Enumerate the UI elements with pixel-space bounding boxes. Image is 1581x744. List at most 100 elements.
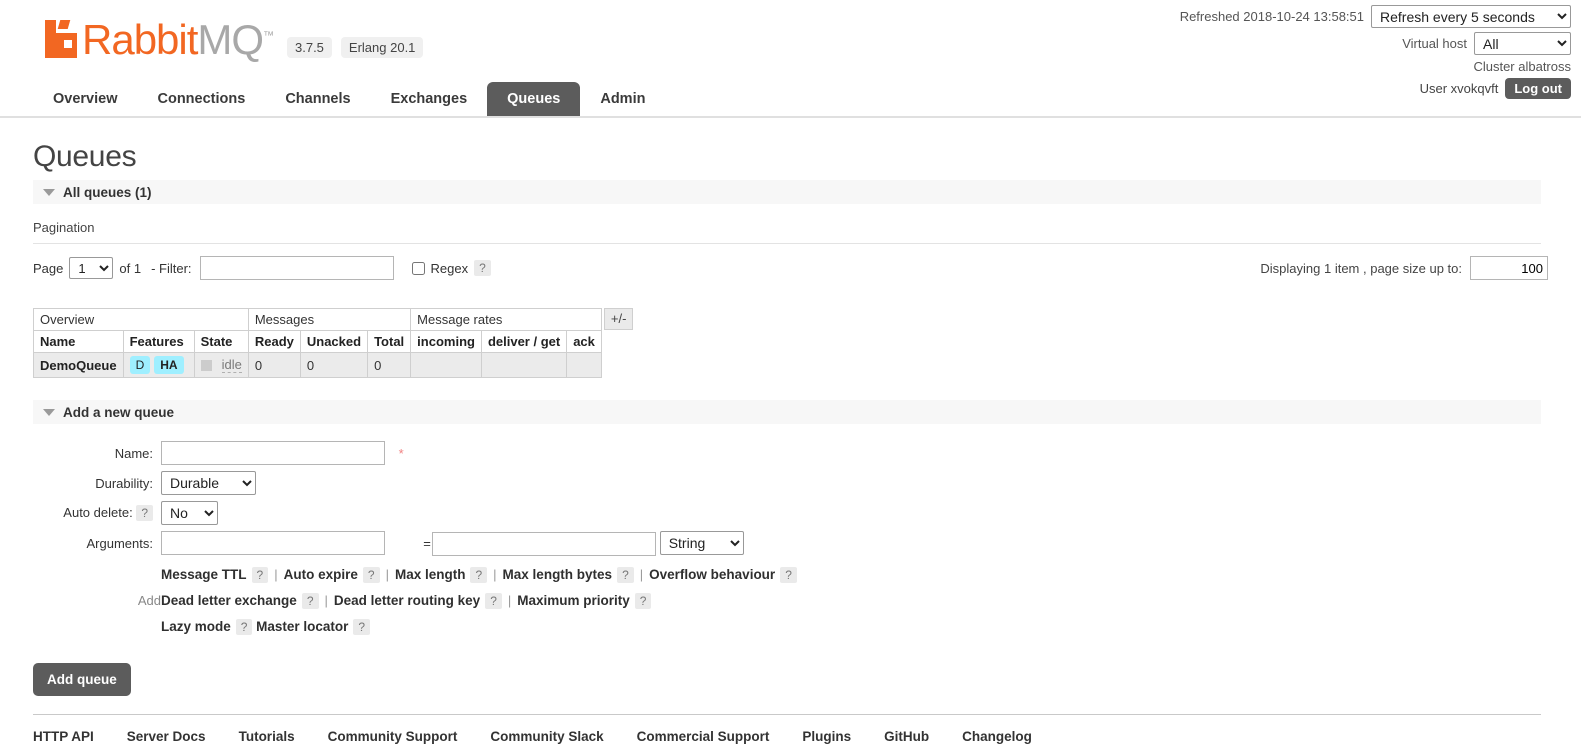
tab-queues[interactable]: Queues bbox=[487, 82, 581, 116]
rabbit-ear-right-icon bbox=[57, 20, 71, 29]
tab-overview[interactable]: Overview bbox=[33, 82, 138, 116]
help-icon[interactable]: ? bbox=[251, 566, 269, 583]
header-status-block: Refreshed 2018-10-24 13:58:51 Refresh ev… bbox=[1180, 4, 1571, 99]
preset-separator: | bbox=[324, 592, 328, 608]
argument-type-select[interactable]: StringNumberBooleanList bbox=[659, 531, 744, 555]
group-header-row: Overview Messages Message rates bbox=[33, 308, 602, 331]
durability-field-cell: DurableTransient bbox=[161, 468, 797, 498]
vhost-select[interactable]: All/ bbox=[1474, 31, 1571, 55]
add-queue-section-header[interactable]: Add a new queue bbox=[33, 400, 1541, 424]
chevron-down-icon[interactable] bbox=[43, 188, 55, 196]
page-number-select[interactable]: 1 bbox=[69, 257, 114, 279]
preset-overflow-behaviour[interactable]: Overflow behaviour bbox=[649, 567, 775, 582]
all-queues-section-header[interactable]: All queues (1) bbox=[33, 180, 1541, 204]
column-header-ready[interactable]: Ready bbox=[247, 330, 301, 353]
footer-link-community-support[interactable]: Community Support bbox=[328, 729, 458, 744]
help-icon[interactable]: ? bbox=[780, 566, 797, 583]
filter-input[interactable] bbox=[199, 256, 394, 280]
preset-dead-letter-exchange[interactable]: Dead letter exchange bbox=[161, 593, 297, 608]
footer-link-server-docs[interactable]: Server Docs bbox=[127, 729, 206, 744]
main-navigation: Overview Connections Channels Exchanges Queu… bbox=[33, 82, 665, 116]
page-size-input[interactable] bbox=[1470, 256, 1548, 280]
durability-select[interactable]: DurableTransient bbox=[161, 471, 256, 495]
help-icon[interactable]: ? bbox=[470, 566, 488, 583]
group-header-message-rates: Message rates bbox=[410, 308, 602, 331]
displaying-info: Displaying 1 item , page size up to: bbox=[1260, 256, 1548, 280]
preset-auto-expire[interactable]: Auto expire bbox=[284, 567, 358, 582]
state-cell: idle bbox=[193, 352, 249, 378]
help-icon[interactable]: ? bbox=[634, 592, 652, 609]
preset-separator: | bbox=[385, 566, 389, 582]
logo-text-rabbit: Rabbit bbox=[82, 16, 198, 63]
help-icon[interactable]: ? bbox=[301, 592, 319, 609]
add-queue-section: Add a new queue Name: * Durability: Dura… bbox=[33, 400, 1548, 696]
regex-checkbox[interactable] bbox=[411, 261, 425, 275]
footer-link-plugins[interactable]: Plugins bbox=[802, 729, 851, 744]
page-word-label: Page bbox=[33, 260, 64, 276]
preset-row-1: Message TTL? | Auto expire? | Max length? | Ma… bbox=[161, 562, 797, 588]
queues-table-wrap: Overview Messages Message rates Name Featur… bbox=[33, 308, 1548, 378]
footer-link-commercial-support[interactable]: Commercial Support bbox=[637, 729, 770, 744]
group-header-overview: Overview bbox=[33, 308, 249, 331]
rabbit-eye-icon bbox=[64, 40, 72, 48]
help-icon[interactable]: ? bbox=[353, 618, 371, 635]
preset-max-length[interactable]: Max length bbox=[395, 567, 466, 582]
autodelete-help-icon[interactable]: ? bbox=[136, 505, 153, 521]
column-header-incoming[interactable]: incoming bbox=[410, 330, 482, 353]
main-content: Queues All queues (1) Pagination Page 1 … bbox=[0, 140, 1581, 744]
rabbitmq-logo[interactable]: RabbitMQ™ bbox=[45, 18, 274, 61]
queue-name-cell[interactable]: DemoQueue bbox=[33, 352, 124, 378]
pagination-divider bbox=[33, 243, 1541, 244]
preset-message-ttl[interactable]: Message TTL bbox=[161, 567, 247, 582]
column-header-unacked[interactable]: Unacked bbox=[299, 330, 369, 353]
preset-max-length-bytes[interactable]: Max length bytes bbox=[503, 567, 613, 582]
column-header-features[interactable]: Features bbox=[122, 330, 195, 353]
page-footer: HTTP API Server Docs Tutorials Community Su… bbox=[33, 713, 1541, 744]
footer-link-github[interactable]: GitHub bbox=[884, 729, 929, 744]
ack-rate-cell bbox=[566, 352, 602, 378]
auto-delete-select[interactable]: NoYes bbox=[161, 501, 218, 525]
logout-button[interactable]: Log out bbox=[1505, 78, 1571, 99]
queue-name-link[interactable]: DemoQueue bbox=[40, 358, 117, 373]
name-field-cell: * bbox=[161, 438, 797, 468]
column-header-state[interactable]: State bbox=[193, 330, 249, 353]
help-icon[interactable]: ? bbox=[485, 592, 502, 609]
tab-channels[interactable]: Channels bbox=[265, 82, 370, 116]
name-label: Name: bbox=[114, 445, 153, 461]
logo-text-mq: MQ bbox=[197, 16, 264, 63]
tab-admin[interactable]: Admin bbox=[580, 82, 665, 116]
toggle-columns-button[interactable]: +/- bbox=[603, 308, 634, 330]
table-row[interactable]: DemoQueue D HA idle 0 0 0 bbox=[33, 352, 602, 378]
tab-connections[interactable]: Connections bbox=[138, 82, 266, 116]
column-header-total[interactable]: Total bbox=[367, 330, 412, 353]
required-asterisk: * bbox=[398, 445, 404, 461]
argument-key-input[interactable] bbox=[161, 531, 385, 556]
argument-value-input[interactable] bbox=[432, 531, 657, 556]
help-icon[interactable]: ? bbox=[362, 566, 380, 583]
queue-name-input[interactable] bbox=[161, 441, 385, 465]
column-header-deliver-get[interactable]: deliver / get bbox=[480, 330, 568, 353]
preset-dead-letter-routing-key[interactable]: Dead letter routing key bbox=[334, 593, 480, 608]
footer-link-changelog[interactable]: Changelog bbox=[962, 729, 1032, 744]
help-icon[interactable]: ? bbox=[235, 618, 253, 635]
chevron-down-icon[interactable] bbox=[43, 408, 55, 416]
column-header-ack[interactable]: ack bbox=[566, 330, 602, 353]
refresh-interval-select[interactable]: Refresh every 5 secondsRefresh every 10 … bbox=[1371, 4, 1571, 28]
page-title: Queues bbox=[33, 140, 137, 173]
footer-link-tutorials[interactable]: Tutorials bbox=[239, 729, 295, 744]
regex-help-icon[interactable]: ? bbox=[474, 260, 491, 276]
help-icon[interactable]: ? bbox=[617, 566, 634, 583]
version-badges: 3.7.5 Erlang 20.1 bbox=[287, 37, 424, 58]
tab-exchanges[interactable]: Exchanges bbox=[371, 82, 488, 116]
preset-maximum-priority[interactable]: Maximum priority bbox=[517, 593, 630, 608]
preset-master-locator[interactable]: Master locator bbox=[256, 619, 348, 634]
preset-lazy-mode[interactable]: Lazy mode bbox=[161, 619, 231, 634]
durability-label: Durability: bbox=[95, 475, 153, 491]
erlang-version-badge: Erlang 20.1 bbox=[340, 37, 424, 58]
add-queue-button[interactable]: Add queue bbox=[33, 662, 131, 696]
footer-link-community-slack[interactable]: Community Slack bbox=[490, 729, 603, 744]
footer-link-http-api[interactable]: HTTP API bbox=[33, 729, 94, 744]
column-header-name[interactable]: Name bbox=[33, 330, 124, 353]
ready-cell: 0 bbox=[247, 352, 301, 378]
queues-table-head: Overview Messages Message rates Name Featur… bbox=[33, 308, 602, 353]
